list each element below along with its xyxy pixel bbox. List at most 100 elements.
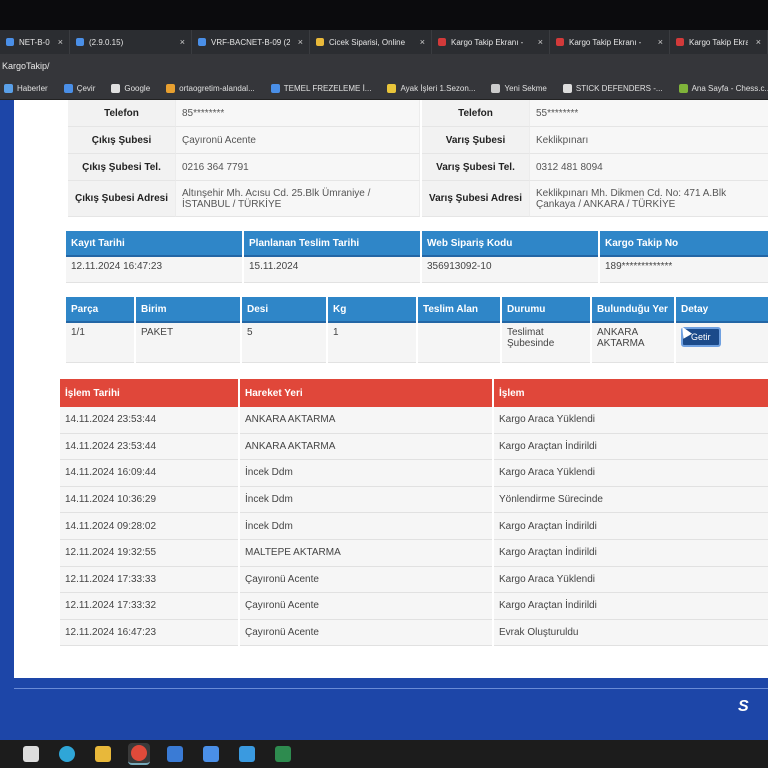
table-row: 14.11.2024 16:09:44 İncek Ddm Kargo Araca … — [60, 460, 768, 487]
info-value: Çayıronü Acente — [176, 127, 420, 154]
page-viewport: Telefon 85******** Telefon 55******** Çı… — [0, 100, 768, 740]
history-action: Kargo Araca Yüklendi — [494, 407, 768, 434]
history-date: 12.11.2024 19:32:55 — [60, 539, 238, 567]
parts-header: Kg — [328, 297, 416, 323]
tab-title: Cicek Siparisi, Online — [329, 37, 406, 47]
bookmark-favicon-icon — [562, 84, 572, 93]
info-label: Çıkış Şubesi Adresi — [68, 181, 176, 217]
table-row: 14.11.2024 09:28:02 İncek Ddm Kargo Araçta… — [60, 513, 768, 540]
browser-tab[interactable]: Kargo Takip Ekranı - × — [550, 30, 670, 54]
info-row: Çıkış Şubesi Çayıronü Acente Varış Şubes… — [68, 127, 768, 154]
bookmark-favicon-icon — [270, 84, 280, 93]
close-tab-icon[interactable]: × — [180, 37, 185, 47]
bookmark-item[interactable]: Google — [111, 84, 150, 93]
close-tab-icon[interactable]: × — [658, 37, 663, 47]
bookmark-label: Haberler — [17, 84, 48, 93]
info-label: Varış Şubesi — [422, 127, 530, 154]
history-date: 12.11.2024 16:47:23 — [60, 619, 238, 647]
store-icon[interactable] — [200, 743, 222, 765]
record-header: Kayıt Tarihi — [66, 231, 242, 257]
tab-favicon-icon — [676, 38, 684, 46]
parts-header: Teslim Alan — [418, 297, 500, 323]
record-header: Planlanan Teslim Tarihi — [244, 231, 420, 257]
close-tab-icon[interactable]: × — [756, 37, 761, 47]
history-table: İşlem Tarihi Hareket Yeri İşlem 14.11.20… — [58, 379, 768, 647]
parts-durumu: Teslimat Şubesinde — [502, 323, 590, 363]
browser-tab[interactable]: Kargo Takip Ekranı - × — [670, 30, 768, 54]
close-tab-icon[interactable]: × — [58, 37, 63, 47]
info-value: Keklikpınarı — [530, 127, 768, 154]
tab-favicon-icon — [76, 38, 84, 46]
close-tab-icon[interactable]: × — [420, 37, 425, 47]
mail-icon[interactable] — [164, 743, 186, 765]
getir-button-label: Getir — [691, 332, 711, 342]
info-label: Çıkış Şubesi — [68, 127, 176, 154]
internet-explorer-icon[interactable] — [236, 743, 258, 765]
bookmark-label: Çevir — [76, 84, 96, 93]
parts-teslim-alan — [418, 323, 500, 363]
file-explorer-icon[interactable] — [92, 743, 114, 765]
info-label: Varış Şubesi Tel. — [422, 154, 530, 181]
history-date: 14.11.2024 23:53:44 — [60, 433, 238, 461]
address-url[interactable]: KargoTakip/ — [2, 61, 50, 71]
history-action: Kargo Araca Yüklendi — [494, 566, 768, 594]
history-date: 14.11.2024 23:53:44 — [60, 407, 238, 434]
browser-tab[interactable]: VRF-BACNET-B-09 (2 × — [192, 30, 310, 54]
excel-icon[interactable] — [272, 743, 294, 765]
history-action: Yönlendirme Sürecinde — [494, 486, 768, 514]
parts-header-row: Parça Birim Desi Kg Teslim Alan Durumu B… — [66, 297, 768, 323]
info-value: Keklikpınarı Mh. Dikmen Cd. No: 471 A.Bl… — [530, 181, 768, 217]
bookmark-item[interactable]: Çevir — [63, 84, 96, 93]
parts-kg: 1 — [328, 323, 416, 363]
browser-tab[interactable]: NET-B-09 (2 × — [0, 30, 70, 54]
bookmark-item[interactable]: Ana Sayfa - Chess.c... — [678, 84, 768, 93]
tab-favicon-icon — [6, 38, 14, 46]
edge-icon[interactable] — [56, 743, 78, 765]
browser-tab[interactable]: Kargo Takip Ekranı - × — [432, 30, 550, 54]
history-location: Çayıronü Acente — [240, 566, 492, 594]
bookmark-item[interactable]: Ayak İşleri 1.Sezon... — [387, 84, 475, 93]
browser-tab[interactable]: Cicek Siparisi, Online × — [310, 30, 432, 54]
history-location: MALTEPE AKTARMA — [240, 539, 492, 567]
info-label: Varış Şubesi Adresi — [422, 181, 530, 217]
bookmark-favicon-icon — [4, 84, 13, 93]
history-header: Hareket Yeri — [240, 379, 492, 407]
history-body: 14.11.2024 23:53:44 ANKARA AKTARMA Kargo A… — [60, 407, 768, 647]
table-row: 1/1 PAKET 5 1 Teslimat Şubesinde ANKARA … — [66, 323, 768, 363]
history-date: 12.11.2024 17:33:33 — [60, 566, 238, 594]
mouse-cursor-icon — [677, 324, 693, 339]
record-table: Kayıt Tarihi Planlanan Teslim Tarihi Web… — [64, 231, 768, 283]
tab-title: Kargo Takip Ekranı - — [451, 37, 524, 47]
bookmark-item[interactable]: ortaogretim-alandal... — [166, 84, 255, 93]
browser-tab[interactable]: (2.9.0.15) × — [70, 30, 192, 54]
bookmark-label: ortaogretim-alandal... — [179, 84, 255, 93]
bookmark-favicon-icon — [63, 84, 73, 93]
bookmark-item[interactable]: Haberler — [4, 84, 48, 93]
bookmark-label: Ana Sayfa - Chess.c... — [691, 84, 768, 93]
history-location: ANKARA AKTARMA — [240, 433, 492, 461]
record-header: Kargo Takip No — [600, 231, 768, 257]
info-row: Telefon 85******** Telefon 55******** — [68, 100, 768, 127]
bookmark-item[interactable]: STICK DEFENDERS -... — [562, 84, 663, 93]
close-tab-icon[interactable]: × — [538, 37, 543, 47]
parts-header: Desi — [242, 297, 326, 323]
bookmark-item[interactable]: Yeni Sekme — [491, 84, 547, 93]
bookmark-label: Ayak İşleri 1.Sezon... — [400, 84, 476, 93]
task-view-icon[interactable] — [20, 743, 42, 765]
getir-button[interactable]: Getir — [677, 324, 721, 347]
address-bar[interactable]: KargoTakip/ — [0, 54, 768, 78]
close-tab-icon[interactable]: × — [298, 37, 303, 47]
bookmark-favicon-icon — [166, 84, 176, 93]
bookmarks-bar: Haberler Çevir Google ortaogretim-alandal..… — [0, 78, 768, 100]
history-action: Kargo Araçtan İndirildi — [494, 539, 768, 567]
table-row: 12.11.2024 17:33:33 Çayıronü Acente Kargo … — [60, 566, 768, 594]
bookmark-item[interactable]: TEMEL FREZELEME İ... — [270, 84, 371, 93]
chrome-icon[interactable] — [128, 743, 150, 765]
tab-title: (2.9.0.15) — [89, 37, 124, 47]
info-value: Altınşehir Mh. Acısu Cd. 25.Blk Ümraniye… — [176, 181, 420, 217]
history-action: Kargo Araçtan İndirildi — [494, 433, 768, 461]
bookmark-favicon-icon — [111, 84, 121, 93]
browser-tab-bar: NET-B-09 (2×(2.9.0.15)×VRF-BACNET-B-09 (… — [0, 30, 768, 54]
parts-header: Bulunduğu Yer — [592, 297, 674, 323]
table-row: 14.11.2024 23:53:44 ANKARA AKTARMA Kargo A… — [60, 433, 768, 461]
